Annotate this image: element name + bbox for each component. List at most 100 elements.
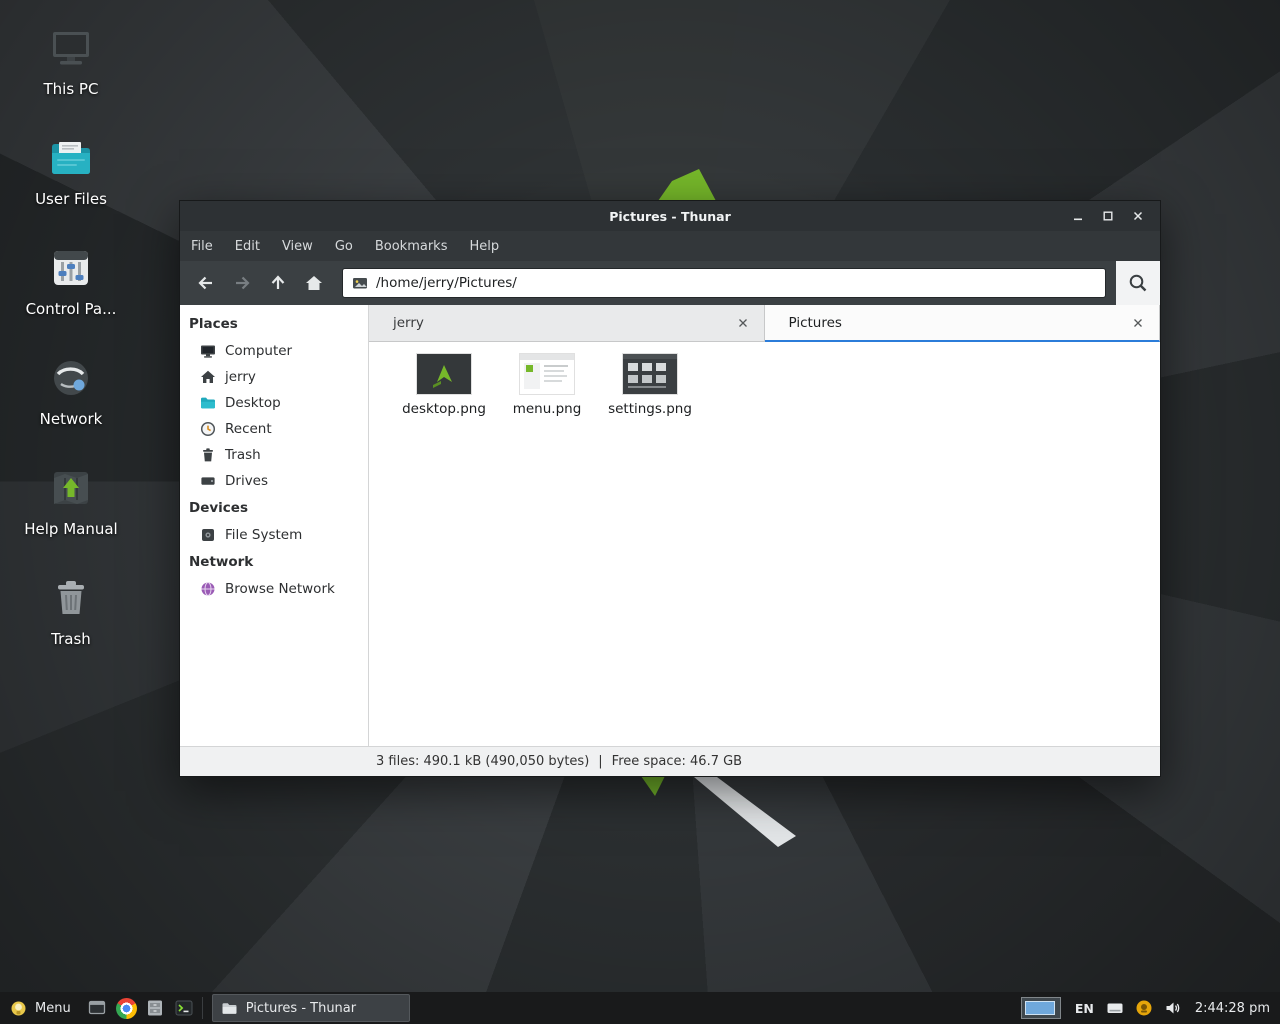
file-menu-png[interactable]: menu.png: [497, 354, 597, 417]
desktop-icon-this-pc[interactable]: This PC: [16, 24, 126, 134]
search-icon: [1127, 272, 1149, 294]
menu-edit[interactable]: Edit: [224, 231, 271, 261]
status-free-space: Free space: 46.7 GB: [612, 754, 742, 769]
filesystem-drive-icon: [200, 527, 216, 543]
tab-close-button[interactable]: [1129, 314, 1147, 332]
status-separator: |: [598, 754, 602, 769]
clock-icon: [200, 421, 216, 437]
tab-label: Pictures: [789, 315, 842, 331]
home-icon: [200, 369, 216, 385]
home-button[interactable]: [296, 266, 332, 300]
up-icon: [268, 273, 288, 293]
sidebar-item-label: File System: [225, 527, 302, 543]
notification-tray-icon[interactable]: [1133, 992, 1155, 1024]
maximize-icon: [1102, 210, 1114, 222]
folder-icon: [200, 395, 216, 411]
desktop-icon-user-files[interactable]: User Files: [16, 134, 126, 244]
network-globe-icon: [47, 354, 95, 402]
path-text: /home/jerry/Pictures/: [376, 275, 517, 291]
sidebar-item-browse-network[interactable]: Browse Network: [180, 576, 368, 602]
back-button[interactable]: [188, 266, 224, 300]
side-pane: Places Computer jerry: [180, 305, 369, 746]
up-button[interactable]: [260, 266, 296, 300]
volume-tray-icon[interactable]: [1162, 992, 1184, 1024]
status-files-info: 3 files: 490.1 kB (490,050 bytes): [376, 754, 589, 769]
sidebar-item-jerry[interactable]: jerry: [180, 364, 368, 390]
file-view[interactable]: desktop.png menu.png: [369, 342, 1160, 746]
show-desktop-button[interactable]: [83, 992, 112, 1024]
desktop-icon-column: This PC User Files Control Pa...: [16, 24, 126, 684]
desktop-icon-label: User Files: [35, 190, 107, 208]
sidebar-header-places: Places: [180, 310, 368, 338]
close-button[interactable]: [1126, 204, 1150, 228]
file-desktop-png[interactable]: desktop.png: [394, 354, 494, 417]
minimize-button[interactable]: [1066, 204, 1090, 228]
window-title: Pictures - Thunar: [180, 209, 1160, 224]
tab-label: jerry: [393, 315, 424, 331]
desktop-icon-control-panel[interactable]: Control Pa...: [16, 244, 126, 354]
display-tray-icon[interactable]: [1104, 992, 1126, 1024]
menu-icon: [10, 1000, 27, 1017]
path-bar[interactable]: /home/jerry/Pictures/: [342, 268, 1106, 298]
computer-icon: [47, 24, 95, 72]
file-manager-launcher[interactable]: [141, 992, 170, 1024]
menu-go[interactable]: Go: [324, 231, 364, 261]
web-browser-launcher[interactable]: [112, 992, 141, 1024]
trash-icon: [47, 574, 95, 622]
taskbar-separator: [202, 997, 209, 1019]
tab-jerry[interactable]: jerry: [369, 305, 765, 342]
menu-view[interactable]: View: [271, 231, 324, 261]
menu-file[interactable]: File: [180, 231, 224, 261]
desktop-icon-label: Trash: [51, 630, 91, 648]
desktop-icon-trash[interactable]: Trash: [16, 574, 126, 684]
window-titlebar[interactable]: Pictures - Thunar: [180, 201, 1160, 231]
tab-close-button[interactable]: [734, 314, 752, 332]
workspace-window-preview: [1025, 1001, 1055, 1015]
thunar-window: Pictures - Thunar File Edit View Go Book…: [179, 200, 1161, 777]
sidebar-item-desktop[interactable]: Desktop: [180, 390, 368, 416]
sidebar-item-label: Computer: [225, 343, 292, 359]
sidebar-item-trash[interactable]: Trash: [180, 442, 368, 468]
volume-icon: [1164, 999, 1182, 1017]
forward-button[interactable]: [224, 266, 260, 300]
home-icon: [304, 273, 324, 293]
menu-help[interactable]: Help: [458, 231, 510, 261]
file-name: menu.png: [513, 401, 582, 417]
search-button[interactable]: [1116, 261, 1160, 305]
drive-icon: [200, 473, 216, 489]
maximize-button[interactable]: [1096, 204, 1120, 228]
desktop-icon-network[interactable]: Network: [16, 354, 126, 464]
image-icon: [352, 275, 368, 291]
keyboard-layout-indicator[interactable]: EN: [1075, 1001, 1094, 1016]
taskbar-window-button[interactable]: Pictures - Thunar: [212, 994, 410, 1022]
user-files-folder-icon: [47, 134, 95, 182]
sidebar-item-label: Trash: [225, 447, 261, 463]
desktop-icon-help-manual[interactable]: Help Manual: [16, 464, 126, 574]
file-cabinet-icon: [145, 998, 165, 1018]
status-bar: 3 files: 490.1 kB (490,050 bytes) | Free…: [180, 746, 1160, 776]
sidebar-item-label: Drives: [225, 473, 268, 489]
sidebar-item-computer[interactable]: Computer: [180, 338, 368, 364]
sidebar-item-file-system[interactable]: File System: [180, 522, 368, 548]
file-settings-png[interactable]: settings.png: [600, 354, 700, 417]
desktop-icon-label: This PC: [44, 80, 99, 98]
sidebar-item-drives[interactable]: Drives: [180, 468, 368, 494]
control-panel-icon: [47, 244, 95, 292]
keyboard-icon: [1106, 999, 1124, 1017]
forward-icon: [232, 273, 252, 293]
tab-bar: jerry Pictures: [369, 305, 1160, 342]
workspace-switcher[interactable]: [1021, 997, 1061, 1019]
sidebar-item-label: Browse Network: [225, 581, 335, 597]
main-column: jerry Pictures: [369, 305, 1160, 746]
tab-pictures[interactable]: Pictures: [765, 305, 1161, 342]
minimize-icon: [1072, 210, 1084, 222]
sidebar-item-recent[interactable]: Recent: [180, 416, 368, 442]
menu-bar: File Edit View Go Bookmarks Help: [180, 231, 1160, 261]
menu-button-label: Menu: [35, 1001, 71, 1016]
terminal-launcher[interactable]: [170, 992, 199, 1024]
menu-bookmarks[interactable]: Bookmarks: [364, 231, 459, 261]
clock[interactable]: 2:44:28 pm: [1195, 1001, 1270, 1016]
sidebar-item-label: Desktop: [225, 395, 281, 411]
applications-menu-button[interactable]: Menu: [0, 992, 83, 1024]
globe-icon: [200, 581, 216, 597]
